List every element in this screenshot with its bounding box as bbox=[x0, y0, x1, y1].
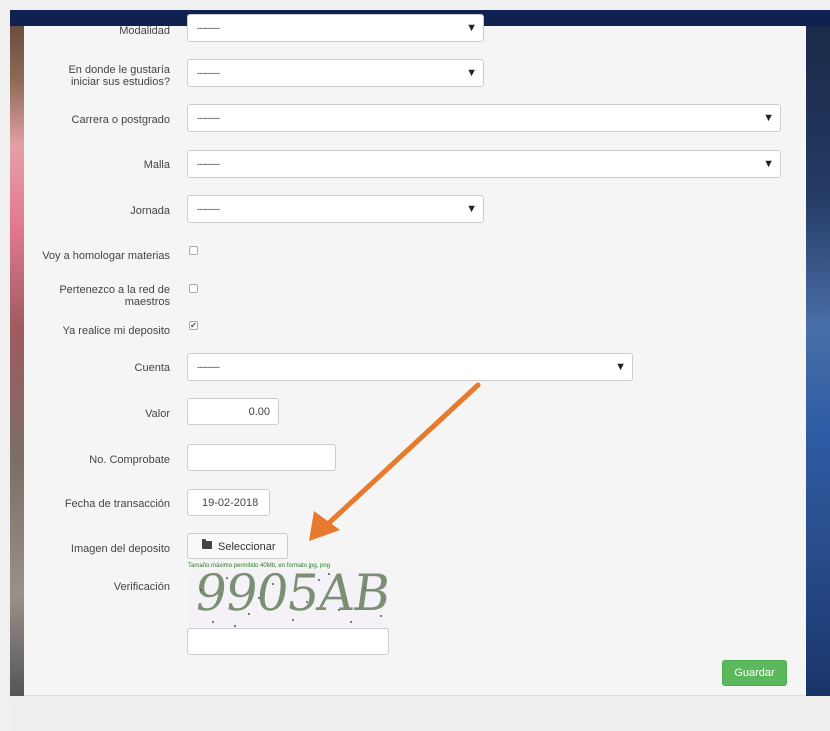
verificacion-label: Verificación bbox=[113, 581, 170, 593]
fecha-label: Fecha de transacción bbox=[64, 498, 170, 510]
homologar-checkbox[interactable] bbox=[189, 246, 198, 255]
background-photo-left bbox=[10, 26, 24, 696]
malla-select[interactable]: --------- ▼ bbox=[187, 150, 781, 178]
red-label-line1: Pertenezco a la red de bbox=[59, 284, 170, 296]
cuenta-select[interactable]: --------- ▼ bbox=[187, 353, 633, 381]
inicio-label: En donde le gustaría iniciar sus estudio… bbox=[68, 64, 170, 88]
valor-input-value: 0.00 bbox=[248, 406, 270, 418]
captcha-input[interactable] bbox=[187, 628, 389, 655]
jornada-select[interactable]: --------- ▼ bbox=[187, 195, 484, 223]
valor-input[interactable]: 0.00 bbox=[187, 398, 279, 425]
malla-select-value: --------- bbox=[197, 159, 220, 169]
deposito-checkbox[interactable]: ✔ bbox=[189, 321, 198, 330]
modalidad-label: Modalidad bbox=[119, 25, 170, 37]
modalidad-select[interactable]: --------- ▼ bbox=[187, 14, 484, 42]
cuenta-select-value: --------- bbox=[197, 362, 220, 372]
captcha-image: 9905AB bbox=[189, 570, 388, 628]
page-footer bbox=[10, 697, 830, 731]
fecha-input-value: 19-02-2018 bbox=[202, 497, 259, 509]
chevron-down-icon: ▼ bbox=[763, 112, 774, 124]
jornada-select-value: --------- bbox=[197, 204, 220, 214]
background-photo-right bbox=[806, 26, 830, 696]
guardar-button[interactable]: Guardar bbox=[722, 660, 787, 686]
seleccionar-button-label: Seleccionar bbox=[218, 541, 276, 553]
comprobante-input[interactable] bbox=[187, 444, 336, 471]
file-size-hint: Tamaño máximo permitido 40Mb, en formato… bbox=[188, 563, 331, 569]
captcha-noise bbox=[200, 573, 382, 627]
inicio-select-value: --------- bbox=[197, 68, 220, 78]
malla-label: Malla bbox=[143, 159, 170, 171]
chevron-down-icon: ▼ bbox=[615, 361, 626, 373]
red-label: Pertenezco a la red de maestros bbox=[59, 284, 170, 308]
chevron-down-icon: ▼ bbox=[466, 67, 477, 79]
carrera-select[interactable]: --------- ▼ bbox=[187, 104, 781, 132]
carrera-label: Carrera o postgrado bbox=[71, 114, 170, 126]
valor-label: Valor bbox=[145, 408, 170, 420]
homologar-label: Voy a homologar materias bbox=[42, 250, 170, 262]
imagen-label: Imagen del deposito bbox=[70, 543, 170, 555]
comprobante-label: No. Comprobate bbox=[89, 454, 170, 466]
fecha-input[interactable]: 19-02-2018 bbox=[187, 489, 270, 516]
red-label-line2: maestros bbox=[124, 296, 170, 308]
check-icon: ✔ bbox=[190, 321, 197, 330]
chevron-down-icon: ▼ bbox=[466, 22, 477, 34]
seleccionar-file-button[interactable]: Seleccionar bbox=[187, 533, 288, 559]
inicio-select[interactable]: --------- ▼ bbox=[187, 59, 484, 87]
folder-icon bbox=[202, 539, 212, 549]
carrera-select-value: --------- bbox=[197, 113, 220, 123]
inicio-label-line1: En donde le gustaría bbox=[68, 64, 170, 76]
modalidad-select-value: --------- bbox=[197, 23, 220, 33]
inicio-label-line2: iniciar sus estudios? bbox=[70, 76, 170, 88]
jornada-label: Jornada bbox=[130, 205, 170, 217]
deposito-label: Ya realice mi deposito bbox=[62, 325, 170, 337]
chevron-down-icon: ▼ bbox=[466, 203, 477, 215]
chevron-down-icon: ▼ bbox=[763, 158, 774, 170]
cuenta-label: Cuenta bbox=[134, 362, 170, 374]
red-maestros-checkbox[interactable] bbox=[189, 284, 198, 293]
